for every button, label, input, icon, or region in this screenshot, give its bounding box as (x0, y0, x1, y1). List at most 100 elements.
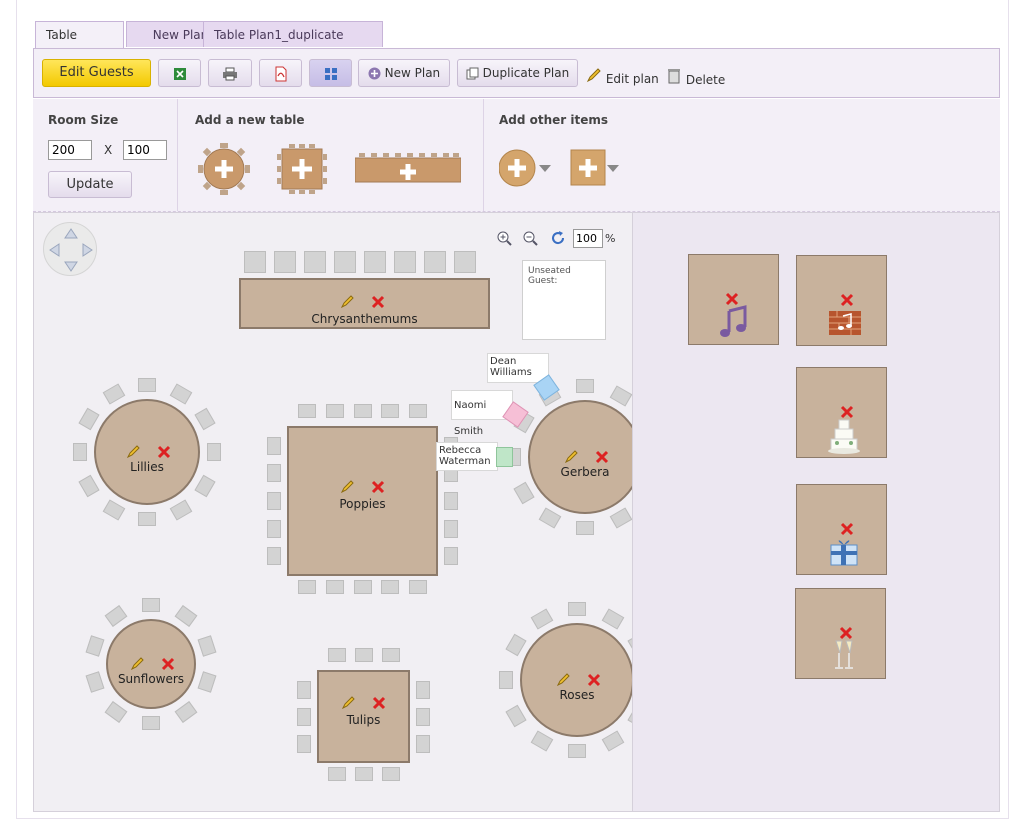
chair[interactable] (444, 492, 458, 510)
export-pdf-button[interactable] (259, 59, 302, 87)
add-round-table-button[interactable] (198, 143, 250, 195)
chair[interactable] (325, 404, 344, 418)
chair[interactable] (609, 507, 632, 530)
chair[interactable] (364, 251, 386, 273)
chair[interactable] (207, 443, 221, 461)
chair[interactable] (78, 474, 100, 497)
chair[interactable] (297, 404, 316, 418)
chair[interactable] (381, 767, 400, 781)
chair[interactable] (304, 251, 326, 273)
add-square-item-button[interactable] (570, 149, 622, 187)
chair[interactable] (194, 474, 216, 497)
chair[interactable] (169, 499, 192, 521)
chair[interactable] (297, 580, 316, 594)
chair[interactable] (327, 648, 346, 662)
chair[interactable] (142, 598, 160, 612)
chair[interactable] (530, 730, 553, 753)
seat-rebecca-chair[interactable] (496, 447, 513, 467)
item-music[interactable] (688, 254, 779, 345)
export-excel-button[interactable] (158, 59, 201, 87)
chair[interactable] (325, 580, 344, 594)
item-stage[interactable] (796, 255, 887, 346)
delete-table-chrysanthemums[interactable] (371, 295, 385, 309)
chair[interactable] (142, 716, 160, 730)
chair[interactable] (297, 680, 311, 699)
chair[interactable] (353, 580, 372, 594)
pan-control[interactable] (43, 222, 97, 276)
chair[interactable] (504, 704, 527, 727)
chair[interactable] (416, 680, 430, 699)
delete-table-sunflowers[interactable] (161, 657, 175, 671)
chair[interactable] (104, 700, 128, 723)
chair[interactable] (424, 251, 446, 273)
delete-table-gerbera[interactable] (595, 450, 609, 464)
item-cake[interactable] (796, 367, 887, 458)
chair[interactable] (174, 605, 198, 628)
zoom-input[interactable] (573, 229, 603, 248)
reset-zoom-icon[interactable] (550, 230, 566, 246)
room-width-input[interactable] (48, 140, 92, 160)
delete-table-roses[interactable] (587, 673, 601, 687)
chair[interactable] (394, 251, 416, 273)
chair[interactable] (197, 635, 217, 657)
chair[interactable] (138, 512, 156, 526)
chair[interactable] (499, 671, 513, 689)
add-banquet-table-button[interactable] (355, 153, 461, 183)
delete-table-tulips[interactable] (372, 696, 386, 710)
update-button[interactable]: Update (48, 171, 132, 198)
edit-plan-link[interactable]: Edit plan (586, 67, 659, 86)
tab-table-plan1[interactable]: Table Plan1 (35, 21, 124, 68)
edit-table-sunflowers[interactable] (130, 656, 145, 671)
chair[interactable] (244, 251, 266, 273)
duplicate-plan-button[interactable]: Duplicate Plan (457, 59, 578, 87)
chair[interactable] (381, 580, 400, 594)
chair[interactable] (568, 744, 586, 758)
chair[interactable] (576, 379, 594, 393)
chair[interactable] (381, 648, 400, 662)
chair[interactable] (297, 734, 311, 753)
tab-table-plan1-duplicate[interactable]: Table Plan1_duplicate (203, 21, 383, 47)
chair[interactable] (409, 404, 428, 418)
chair[interactable] (102, 499, 125, 521)
add-round-item-button[interactable] (499, 149, 555, 187)
chair[interactable] (504, 633, 527, 656)
chair[interactable] (334, 251, 356, 273)
edit-table-poppies[interactable] (340, 479, 355, 494)
chair[interactable] (85, 635, 105, 657)
edit-table-gerbera[interactable] (564, 449, 579, 464)
unseated-guests-box[interactable]: Unseated Guest: (522, 260, 606, 340)
chair[interactable] (267, 492, 281, 510)
chair[interactable] (354, 767, 373, 781)
chair[interactable] (267, 436, 281, 455)
chair[interactable] (267, 519, 281, 538)
delete-x-icon[interactable] (840, 522, 854, 536)
new-plan-button[interactable]: New Plan (358, 59, 450, 87)
delete-x-icon[interactable] (840, 293, 854, 307)
chair[interactable] (327, 767, 346, 781)
zoom-out-icon[interactable] (522, 230, 538, 246)
table-sunflowers[interactable] (106, 619, 196, 709)
chair[interactable] (102, 383, 125, 405)
chair[interactable] (381, 404, 400, 418)
chair[interactable] (138, 378, 156, 392)
seating-canvas[interactable]: % Chrysanthemums Lillies Gerbera Sunflower… (33, 212, 633, 812)
chair[interactable] (538, 507, 561, 530)
chair[interactable] (512, 481, 535, 504)
table-gerbera[interactable] (528, 400, 632, 514)
chair[interactable] (601, 730, 624, 753)
delete-table-lillies[interactable] (157, 445, 171, 459)
chair[interactable] (530, 607, 553, 630)
chair[interactable] (174, 700, 198, 723)
zoom-in-icon[interactable] (496, 230, 512, 246)
edit-table-tulips[interactable] (341, 695, 356, 709)
delete-table-poppies[interactable] (371, 480, 385, 494)
chair[interactable] (194, 407, 216, 430)
edit-table-lillies[interactable] (126, 444, 141, 459)
chair[interactable] (73, 443, 87, 461)
table-lillies[interactable] (94, 399, 200, 505)
edit-guests-button[interactable]: Edit Guests (42, 59, 151, 87)
delete-plan-link[interactable]: Delete (666, 67, 725, 87)
guest-label-dean[interactable]: Dean Williams (487, 353, 549, 383)
chair[interactable] (444, 547, 458, 566)
item-champagne[interactable] (795, 588, 886, 679)
